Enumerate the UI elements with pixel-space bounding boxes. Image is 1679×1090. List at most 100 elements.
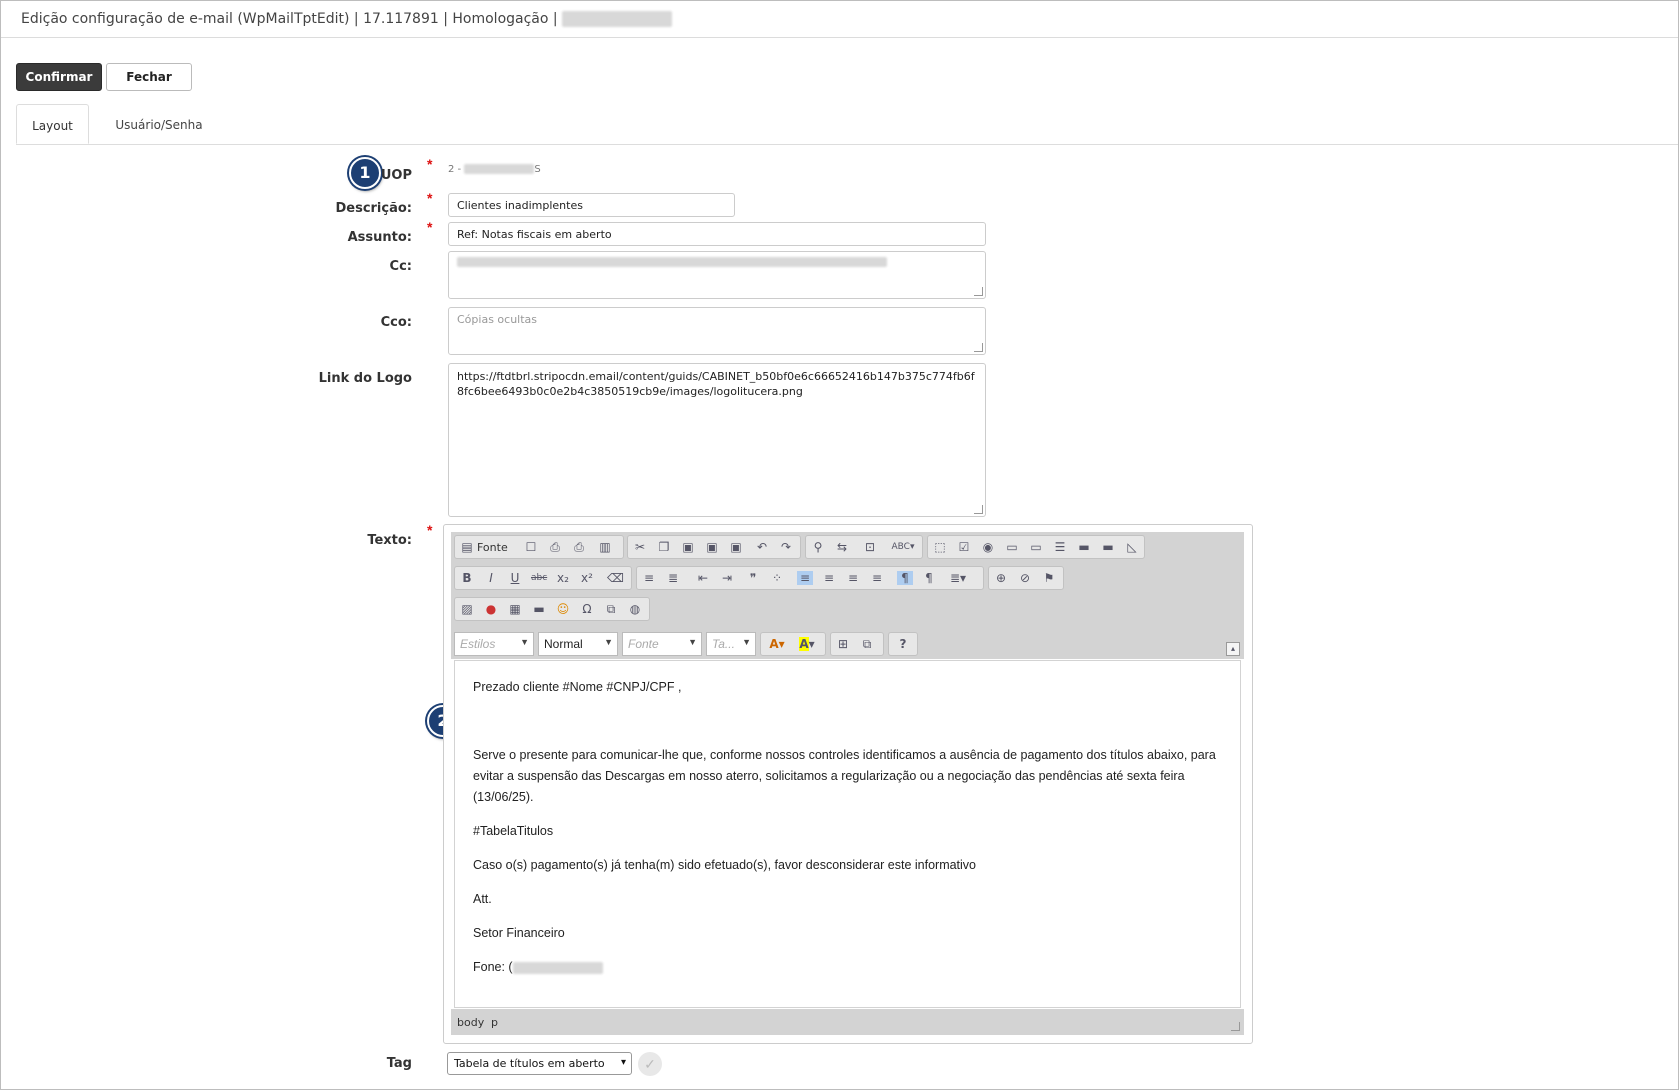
language-icon[interactable]: ≣▾ [945, 571, 971, 585]
flash-icon[interactable]: ● [483, 602, 499, 616]
cc-label: Cc: [389, 259, 412, 274]
assunto-input[interactable]: Ref: Notas fiscais em aberto [448, 222, 986, 246]
maximize-icon[interactable]: ⊞ [835, 637, 851, 651]
tab-layout[interactable]: Layout [16, 104, 89, 144]
unlink-icon[interactable]: ⊘ [1017, 571, 1033, 585]
chevron-down-icon: ▼ [520, 637, 529, 647]
resize-grip[interactable] [974, 343, 983, 352]
cut-icon[interactable]: ✂ [632, 540, 648, 554]
show-blocks-icon[interactable]: ⧉ [859, 637, 875, 651]
blockquote-icon[interactable]: ❞ [745, 571, 761, 585]
editor-toolbar: ▤ Fonte ☐ ⎙ ⎙ ▥ ✂ ❐ ▣ ▣ ▣ ↶ ↷ ⚲ ⇆ ⊡ ABC▾… [451, 532, 1244, 659]
cc-textarea[interactable] [448, 251, 986, 299]
special-char-icon[interactable]: Ω [579, 602, 595, 616]
body-spacer [473, 711, 1222, 732]
align-center-icon[interactable]: ≡ [821, 571, 837, 585]
horizontal-line-icon[interactable]: ▬ [531, 602, 547, 616]
redo-icon[interactable]: ↷ [778, 540, 794, 554]
format-combo[interactable]: Normal ▼ [538, 632, 618, 656]
undo-icon[interactable]: ↶ [754, 540, 770, 554]
outdent-icon[interactable]: ⇤ [695, 571, 711, 585]
body-phone: Fone: ( [473, 957, 1222, 978]
descricao-input[interactable]: Clientes inadimplentes [448, 193, 735, 217]
paste-icon[interactable]: ▣ [680, 540, 696, 554]
preview-icon[interactable]: ⎙ [547, 540, 563, 554]
check-icon[interactable]: ✓ [638, 1052, 662, 1076]
numbered-list-icon[interactable]: ≡ [641, 571, 657, 585]
table-icon[interactable]: ▦ [507, 602, 523, 616]
radio-icon[interactable]: ◉ [980, 540, 996, 554]
text-color-icon[interactable]: A▾ [765, 637, 789, 651]
title-bar: Edição configuração de e-mail (WpMailTpt… [1, 1, 1678, 38]
ltr-icon[interactable]: ¶ [897, 571, 913, 585]
textfield-icon[interactable]: ▭ [1004, 540, 1020, 554]
resize-grip[interactable] [974, 505, 983, 514]
new-page-icon[interactable]: ☐ [523, 540, 539, 554]
source-icon[interactable]: ▤ [459, 540, 475, 554]
print-icon[interactable]: ⎙ [571, 540, 587, 554]
align-left-icon[interactable]: ≡ [797, 571, 813, 585]
path-body[interactable]: body [457, 1016, 484, 1029]
body-phone-prefix: Fone: ( [473, 960, 513, 974]
size-combo-text: Ta... [712, 637, 735, 651]
checkbox-icon[interactable]: ☑ [956, 540, 972, 554]
link-icon[interactable]: ⊕ [993, 571, 1009, 585]
image-icon[interactable]: ▨ [459, 602, 475, 616]
spellcheck-icon[interactable]: ABC▾ [890, 540, 916, 554]
templates-icon[interactable]: ▥ [597, 540, 613, 554]
image-button-icon[interactable]: ▬ [1100, 540, 1116, 554]
button-field-icon[interactable]: ▬ [1076, 540, 1092, 554]
resize-grip[interactable] [1231, 1022, 1240, 1031]
close-button[interactable]: Fechar [106, 63, 192, 91]
div-container-icon[interactable]: ⁘ [769, 571, 785, 585]
editor-content[interactable]: Prezado cliente #Nome #CNPJ/CPF , Serve … [454, 660, 1241, 1008]
collapse-toolbar-icon[interactable]: ▴ [1226, 642, 1240, 656]
italic-icon[interactable]: I [483, 571, 499, 585]
format-combo-text: Normal [544, 637, 583, 651]
styles-combo-text: Estilos [460, 637, 496, 651]
iframe-icon[interactable]: ◍ [627, 602, 643, 616]
help-icon[interactable]: ? [895, 637, 911, 651]
superscript-icon[interactable]: x² [579, 571, 595, 585]
align-right-icon[interactable]: ≡ [845, 571, 861, 585]
paste-word-icon[interactable]: ▣ [728, 540, 744, 554]
path-p[interactable]: p [491, 1016, 498, 1029]
form-icon[interactable]: ⬚ [932, 540, 948, 554]
anchor-icon[interactable]: ⚑ [1041, 571, 1057, 585]
tab-usuario-senha[interactable]: Usuário/Senha [104, 104, 214, 144]
body-greeting: Prezado cliente #Nome #CNPJ/CPF , [473, 680, 682, 694]
strikethrough-icon[interactable]: abc [531, 571, 547, 585]
bold-icon[interactable]: B [459, 571, 475, 585]
descricao-required-mark: * [427, 190, 433, 206]
cco-textarea[interactable]: Cópias ocultas [448, 307, 986, 355]
rtl-icon[interactable]: ¶ [921, 571, 937, 585]
font-combo[interactable]: Fonte ▼ [622, 632, 702, 656]
copy-icon[interactable]: ❐ [656, 540, 672, 554]
replace-icon[interactable]: ⇆ [834, 540, 850, 554]
resize-grip[interactable] [974, 287, 983, 296]
bg-color-icon[interactable]: A▾ [795, 637, 819, 651]
subscript-icon[interactable]: x₂ [555, 571, 571, 585]
remove-format-icon[interactable]: ⌫ [607, 571, 624, 585]
toolbar-group-about: ? [888, 632, 918, 656]
page-break-icon[interactable]: ⧉ [603, 602, 619, 616]
paste-text-icon[interactable]: ▣ [704, 540, 720, 554]
select-field-icon[interactable]: ☰ [1052, 540, 1068, 554]
bulleted-list-icon[interactable]: ≣ [665, 571, 681, 585]
styles-combo[interactable]: Estilos ▼ [454, 632, 534, 656]
size-combo[interactable]: Ta... ▼ [706, 632, 756, 656]
link-logo-textarea[interactable]: https://ftdtbrl.stripocdn.email/content/… [448, 363, 986, 517]
select-all-icon[interactable]: ⊡ [862, 540, 878, 554]
hidden-field-icon[interactable]: ◺ [1124, 540, 1140, 554]
body-paragraph: Serve o presente para comunicar-lhe que,… [473, 748, 1216, 804]
justify-icon[interactable]: ≡ [869, 571, 885, 585]
smiley-icon[interactable]: ☺ [555, 602, 571, 616]
confirm-button[interactable]: Confirmar [16, 63, 102, 91]
indent-icon[interactable]: ⇥ [719, 571, 735, 585]
textarea-icon[interactable]: ▭ [1028, 540, 1044, 554]
tag-select[interactable]: Tabela de títulos em aberto ▾ [447, 1052, 632, 1075]
find-icon[interactable]: ⚲ [810, 540, 826, 554]
chevron-down-icon: ▼ [688, 637, 697, 647]
underline-icon[interactable]: U [507, 571, 523, 585]
source-button[interactable]: Fonte [477, 541, 508, 554]
